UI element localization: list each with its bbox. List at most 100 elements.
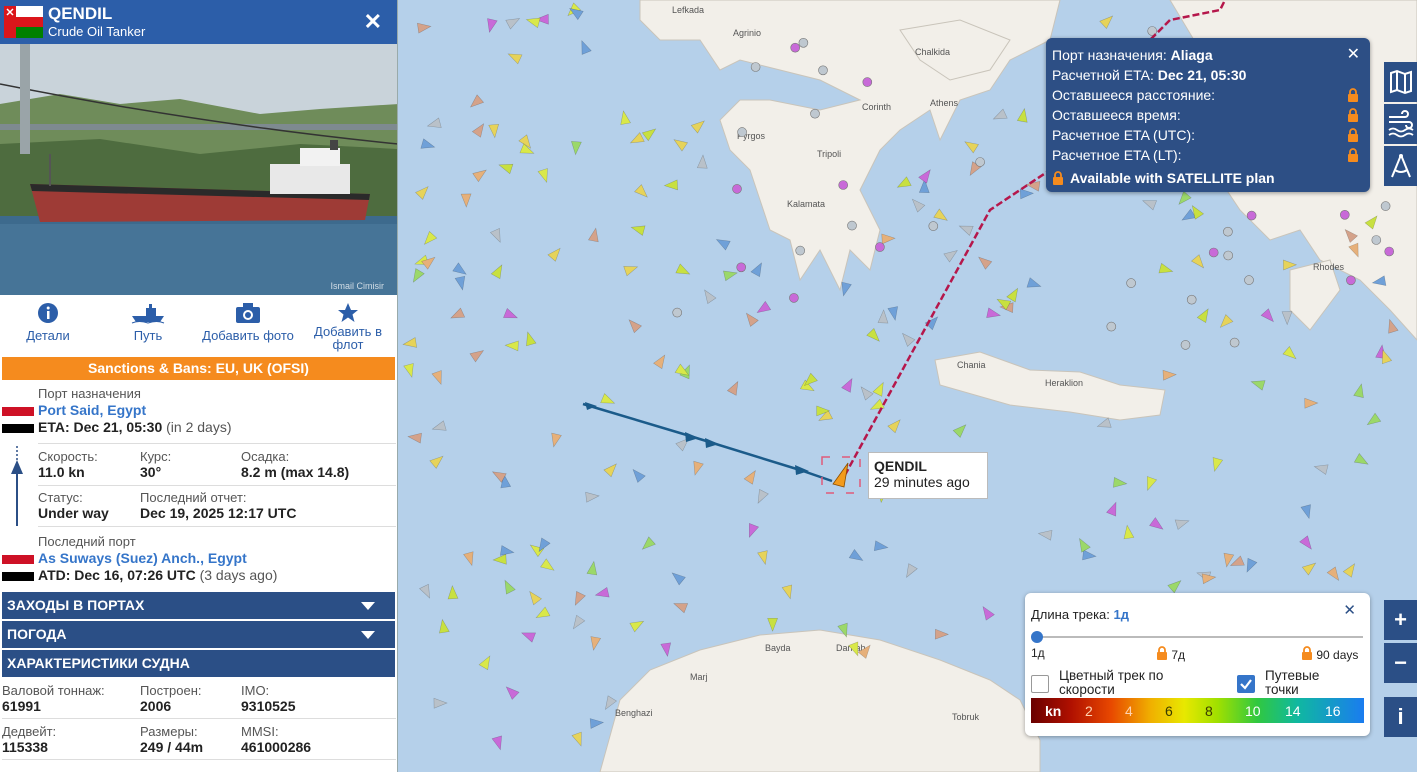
anchored-vessel-icon[interactable] bbox=[1223, 226, 1233, 237]
map-layers-button[interactable] bbox=[1384, 62, 1417, 102]
color-by-speed-label-2: скорости bbox=[1059, 682, 1115, 697]
last-port-label: Последний порт bbox=[38, 534, 136, 549]
measure-tool-button[interactable] bbox=[1384, 146, 1417, 186]
map-label: Rhodes bbox=[1313, 262, 1345, 272]
vessel-name: QENDIL bbox=[48, 4, 113, 23]
speed-legend-label: 10 bbox=[1245, 702, 1261, 719]
anchored-vessel-icon[interactable] bbox=[847, 220, 857, 231]
anchored-vessel-icon[interactable] bbox=[1180, 340, 1191, 350]
popup-eta-label: Расчетной ETA: bbox=[1052, 67, 1154, 83]
anchored-vessel-icon[interactable] bbox=[875, 242, 885, 252]
anchored-vessel-icon[interactable] bbox=[1229, 337, 1240, 348]
anchored-vessel-icon[interactable] bbox=[928, 221, 939, 231]
map-label: Corinth bbox=[862, 102, 891, 112]
anchored-vessel-icon[interactable] bbox=[789, 293, 799, 303]
anchored-vessel-icon[interactable] bbox=[1208, 247, 1219, 258]
anchored-vessel-icon[interactable] bbox=[975, 157, 985, 167]
track-tick-90d-label: 90 days bbox=[1316, 648, 1359, 662]
add-photo-button[interactable]: Добавить фото bbox=[200, 298, 296, 343]
track-length-value: 1д bbox=[1113, 607, 1130, 622]
last-report-value: Dec 19, 2025 12:17 UTC bbox=[140, 505, 297, 521]
popup-eta-lt-label: Расчетное ETA (LT): bbox=[1052, 147, 1182, 163]
color-by-speed-checkbox[interactable] bbox=[1031, 675, 1049, 693]
lock-icon bbox=[1348, 128, 1358, 142]
track-length-slider-handle[interactable] bbox=[1031, 631, 1043, 643]
map-label: Tobruk bbox=[952, 712, 980, 722]
anchored-vessel-icon[interactable] bbox=[1346, 275, 1356, 286]
camera-icon bbox=[236, 303, 260, 323]
speed-color-legend: kn 2 4 6 8 10 14 16 bbox=[1031, 698, 1364, 723]
route-button[interactable]: Путь bbox=[100, 298, 196, 343]
vessel-header: QENDIL Crude Oil Tanker ✕ bbox=[0, 0, 397, 44]
anchored-vessel-icon[interactable] bbox=[1186, 294, 1197, 305]
track-length-slider[interactable] bbox=[1031, 631, 1363, 643]
anchored-vessel-icon[interactable] bbox=[862, 77, 873, 87]
anchored-vessel-icon[interactable] bbox=[1340, 210, 1350, 220]
anchored-vessel-icon[interactable] bbox=[1244, 275, 1254, 285]
map-info-button[interactable]: i bbox=[1384, 697, 1417, 737]
vessel-particulars-header[interactable]: ХАРАКТЕРИСТИКИ СУДНА bbox=[2, 650, 395, 677]
anchored-vessel-icon[interactable] bbox=[1246, 210, 1257, 221]
anchored-vessel-icon[interactable] bbox=[1126, 278, 1136, 288]
draught-label: Осадка: bbox=[241, 449, 290, 464]
lock-icon bbox=[1053, 171, 1063, 185]
built-label: Построен: bbox=[140, 683, 202, 698]
waypoints-checkbox[interactable] bbox=[1237, 675, 1255, 693]
add-photo-label: Добавить фото bbox=[202, 328, 294, 343]
close-track-panel-button[interactable]: ✕ bbox=[1343, 601, 1356, 619]
color-by-speed-label-1: Цветный трек по bbox=[1059, 668, 1164, 683]
close-panel-button[interactable]: ✕ bbox=[364, 9, 382, 35]
vessel-photo[interactable]: Ismail Cimisir bbox=[0, 44, 397, 295]
zoom-out-label: − bbox=[1394, 650, 1407, 675]
zoom-in-button[interactable]: + bbox=[1384, 600, 1417, 640]
last-port-section: Последний порт As Suways (Suez) Anch., E… bbox=[38, 534, 397, 583]
weather-section-toggle[interactable]: ПОГОДА bbox=[2, 621, 395, 648]
map-label: Benghazi bbox=[615, 708, 653, 718]
anchored-vessel-icon[interactable] bbox=[1106, 321, 1117, 332]
anchored-vessel-icon[interactable] bbox=[750, 62, 761, 72]
popup-eta-utc-label: Расчетное ETA (UTC): bbox=[1052, 127, 1196, 143]
anchored-vessel-icon[interactable] bbox=[672, 307, 683, 318]
zoom-out-button[interactable]: − bbox=[1384, 643, 1417, 683]
last-port-link[interactable]: As Suways (Suez) Anch., Egypt bbox=[38, 550, 397, 566]
track-length-label: Длина трека: bbox=[1031, 607, 1110, 622]
track-tick-7d: 7д bbox=[1156, 645, 1185, 662]
track-length-panel: Длина трека: 1д ✕ 1д 7д 90 days Цветный … bbox=[1025, 593, 1370, 736]
anchored-vessel-icon[interactable] bbox=[1380, 201, 1391, 211]
weather-layer-button[interactable] bbox=[1384, 104, 1417, 144]
anchored-vessel-icon[interactable] bbox=[1223, 250, 1233, 261]
popup-satellite-upsell[interactable]: Available with SATELLITE plan bbox=[1052, 168, 1370, 188]
anchored-vessel-icon[interactable] bbox=[790, 42, 801, 53]
speed-legend-label: 8 bbox=[1205, 702, 1213, 719]
anchored-vessel-icon[interactable] bbox=[736, 262, 747, 273]
lock-icon bbox=[1348, 148, 1358, 162]
star-icon bbox=[338, 303, 358, 322]
sanctions-banner[interactable]: Sanctions & Bans: EU, UK (OFSI) bbox=[2, 357, 395, 380]
status-value: Under way bbox=[38, 505, 109, 521]
add-to-fleet-button[interactable]: Добавить в флот bbox=[300, 298, 396, 351]
anchored-vessel-icon[interactable] bbox=[810, 108, 820, 119]
anchored-vessel-icon[interactable] bbox=[795, 245, 806, 256]
divider bbox=[38, 443, 396, 444]
details-button[interactable]: Детали bbox=[0, 298, 96, 343]
vessel-photo-image bbox=[0, 44, 397, 295]
anchored-vessel-icon[interactable] bbox=[737, 127, 747, 137]
anchored-vessel-icon[interactable] bbox=[798, 37, 809, 48]
anchored-vessel-icon[interactable] bbox=[1371, 235, 1382, 245]
anchored-vessel-icon[interactable] bbox=[838, 180, 849, 190]
map-label: Athens bbox=[930, 98, 959, 108]
popup-remaining-time-label: Оставшееся время: bbox=[1052, 107, 1181, 123]
anchored-vessel-icon[interactable] bbox=[732, 184, 742, 194]
divider bbox=[38, 526, 396, 527]
eta-value: ETA: Dec 21, 05:30 bbox=[38, 419, 163, 435]
lock-icon bbox=[1157, 646, 1167, 660]
popup-destination-row: Порт назначения: Aliaga bbox=[1052, 45, 1370, 65]
map-label: Tripoli bbox=[817, 149, 841, 159]
anchored-vessel-icon[interactable] bbox=[818, 65, 828, 76]
waypoints-label-1: Путевые bbox=[1265, 668, 1320, 683]
destination-port-link[interactable]: Port Said, Egypt bbox=[38, 402, 397, 418]
atd-value: ATD: Dec 16, 07:26 UTC bbox=[38, 567, 196, 583]
port-calls-section-toggle[interactable]: ЗАХОДЫ В ПОРТАХ bbox=[2, 592, 395, 619]
popup-remaining-time-row: Оставшееся время: bbox=[1052, 105, 1370, 125]
anchored-vessel-icon[interactable] bbox=[1384, 246, 1394, 257]
